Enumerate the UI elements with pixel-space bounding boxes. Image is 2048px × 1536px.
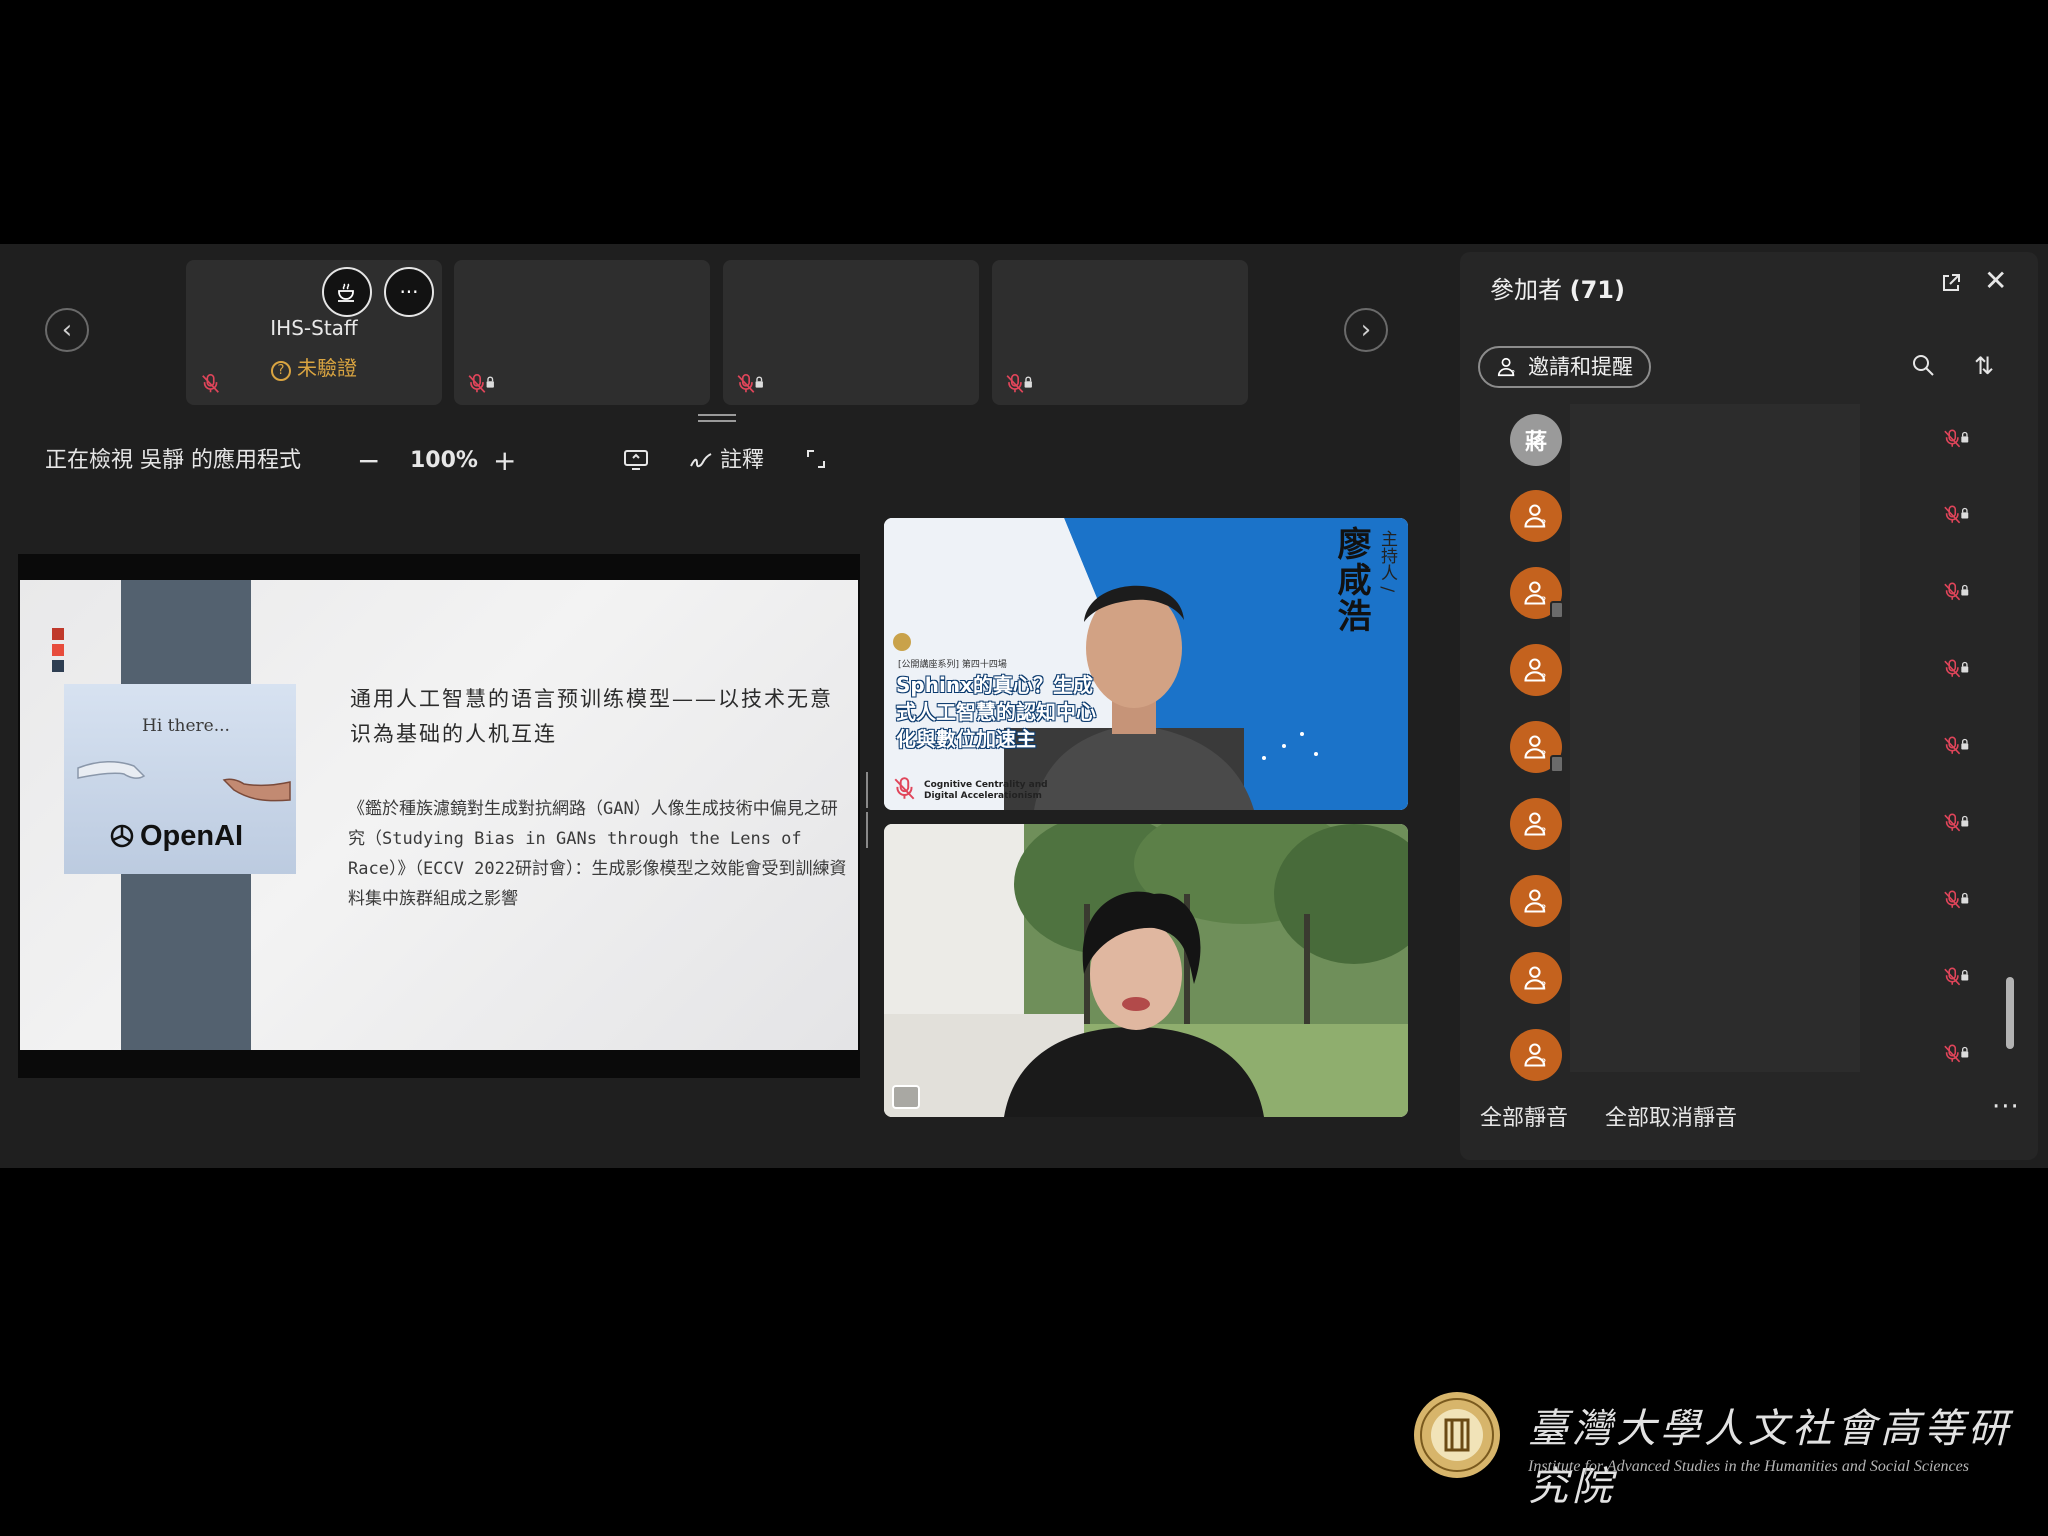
unmute-all-button[interactable]: 全部取消靜音 (1605, 1100, 1737, 1132)
guest-avatar[interactable] (1510, 1029, 1562, 1081)
thumbnail-tile[interactable] (454, 260, 710, 405)
next-page-button[interactable]: › (1344, 308, 1388, 352)
slide-title: 通用人工智慧的语言预训练模型——以技术无意识為基础的人机互连 (350, 687, 833, 746)
guest-person-icon (1522, 810, 1550, 838)
institute-watermark: 臺灣大學人文社會高等研究院 Institute for Advanced Stu… (1412, 1390, 2012, 1510)
institute-seal-icon (1414, 1392, 1500, 1478)
person-add-icon (1496, 356, 1518, 378)
video-tile-host[interactable]: 廖咸浩 主持人 / [公開講座系列] 第四十四場 Sphinx的真心？生成式人工… (884, 518, 1408, 810)
guest-person-icon (1522, 1041, 1550, 1069)
ellipsis-icon: ··· (399, 280, 419, 304)
participants-panel: 參加者 (71) ✕ 邀請和提醒 ⇅ 蔣 全部靜音 全部取消靜音 ··· (1460, 252, 2038, 1160)
mic-muted-locked-icon[interactable] (1944, 733, 1970, 759)
mic-muted-locked-icon[interactable] (1944, 579, 1970, 605)
openai-image: Hi there... OpenAI (64, 684, 296, 874)
fullscreen-icon[interactable] (805, 448, 827, 470)
zoom-in-button[interactable]: + (493, 444, 516, 478)
host-name-label: 廖咸浩 (1331, 526, 1371, 634)
split-resize-handle[interactable] (866, 772, 874, 848)
poster-title: Sphinx的真心？生成式人工智慧的認知中心化與數位加速主 (896, 673, 1096, 751)
coffee-cup-icon (338, 283, 354, 302)
institute-name-english: Institute for Advanced Studies in the Hu… (1528, 1458, 1969, 1475)
strip-resize-handle[interactable] (698, 414, 736, 424)
openai-logo-text: OpenAI (140, 820, 244, 852)
mic-muted-locked-icon[interactable] (1944, 502, 1970, 528)
thumbnail-tile[interactable] (723, 260, 979, 405)
participant-list-scrollbar[interactable] (2006, 977, 2014, 1049)
mic-muted-locked-icon[interactable] (1944, 810, 1970, 836)
share-screen-icon[interactable] (892, 1085, 920, 1109)
pen-scribble-icon (690, 453, 712, 468)
institute-name-chinese: 臺灣大學人文社會高等研究院 (1528, 1406, 2012, 1510)
warning-icon: ? (271, 361, 291, 381)
participants-title: 參加者 (71) (1490, 276, 1625, 304)
speaker-video-feed (884, 824, 1408, 1117)
participant-list (1570, 404, 1860, 1072)
guest-person-icon (1522, 964, 1550, 992)
phone-icon (1550, 601, 1564, 619)
guest-person-icon (1522, 656, 1550, 684)
sort-icon[interactable]: ⇅ (1974, 352, 1994, 380)
host-role-label: 主持人 / (1377, 530, 1397, 593)
guest-avatar[interactable] (1510, 721, 1564, 773)
guest-avatar[interactable] (1510, 875, 1562, 927)
shared-screen[interactable]: Hi there... OpenAI 通用人工智慧的语言预训练模型——以技术无意… (18, 554, 860, 1078)
meeting-window: ‹ ··· IHS-Staff ? 未驗證 › 正在檢視 吳靜 的應用程式 − … (0, 244, 2048, 1168)
guest-person-icon (1522, 579, 1550, 607)
screen-view-icon[interactable] (623, 448, 649, 472)
pop-out-icon[interactable] (1940, 272, 1962, 294)
slide-body: 《鑑於種族濾鏡對生成對抗網路（GAN）人像生成技術中偏見之研究（Studying… (348, 799, 847, 909)
slide-accent-marks (52, 628, 64, 676)
guest-person-icon (1522, 887, 1550, 915)
guest-avatar[interactable] (1510, 644, 1562, 696)
poster-subtitle: Cognitive Centrality and Digital Acceler… (924, 780, 1048, 801)
close-icon[interactable]: ✕ (1984, 266, 2007, 296)
phone-icon (1550, 755, 1564, 773)
zoom-out-button[interactable]: − (357, 444, 380, 478)
zoom-level[interactable]: 100% (410, 444, 478, 478)
guest-avatar[interactable] (1510, 567, 1564, 619)
chevron-left-icon: ‹ (61, 315, 73, 345)
mic-muted-locked-icon (1006, 373, 1034, 395)
chevron-right-icon: › (1360, 315, 1372, 345)
mic-muted-locked-icon[interactable] (1944, 964, 1970, 990)
participant-name: IHS-Staff (270, 316, 358, 340)
guest-avatar[interactable] (1510, 798, 1562, 850)
mic-muted-locked-icon (737, 373, 765, 395)
more-options-icon[interactable]: ··· (1992, 1092, 2020, 1122)
mic-muted-locked-icon[interactable] (1944, 426, 1970, 452)
previous-page-button[interactable]: ‹ (45, 308, 89, 352)
thumbnail-tile[interactable] (992, 260, 1248, 405)
thumbnail-tile-ihs-staff[interactable]: ··· IHS-Staff ? 未驗證 (186, 260, 442, 405)
openai-logo-icon (110, 824, 134, 848)
guest-person-icon (1522, 502, 1550, 530)
mic-muted-icon (200, 373, 222, 395)
mic-muted-locked-icon (468, 373, 496, 395)
more-options-button[interactable]: ··· (384, 267, 434, 317)
guest-person-icon (1522, 733, 1550, 761)
participant-avatar[interactable]: 蔣 (1510, 414, 1562, 466)
guest-avatar[interactable] (1510, 490, 1562, 542)
invite-and-remind-button[interactable]: 邀請和提醒 (1478, 346, 1651, 388)
reaction-button[interactable] (322, 267, 372, 317)
viewing-label: 正在檢視 吳靜 的應用程式 (45, 448, 301, 473)
search-icon[interactable] (1910, 352, 1936, 378)
guest-avatar[interactable] (1510, 952, 1562, 1004)
hands-illustration (77, 761, 291, 802)
poster-series-label: [公開講座系列] 第四十四場 (898, 660, 1007, 670)
video-tile-speaker[interactable] (884, 824, 1408, 1117)
presentation-slide: Hi there... OpenAI 通用人工智慧的语言预训练模型——以技术无意… (20, 580, 858, 1050)
mic-muted-locked-icon[interactable] (1944, 656, 1970, 682)
mute-all-button[interactable]: 全部靜音 (1480, 1100, 1568, 1132)
mic-muted-locked-icon[interactable] (1944, 1041, 1970, 1067)
verification-status: ? 未驗證 (186, 352, 442, 381)
annotate-button[interactable]: 註釋 (689, 444, 764, 478)
image-caption: Hi there... (142, 716, 230, 736)
share-view-toolbar: 正在檢視 吳靜 的應用程式 − 100% + 註釋 (45, 444, 845, 478)
mic-muted-locked-icon[interactable] (1944, 887, 1970, 913)
mic-muted-icon (892, 776, 918, 802)
